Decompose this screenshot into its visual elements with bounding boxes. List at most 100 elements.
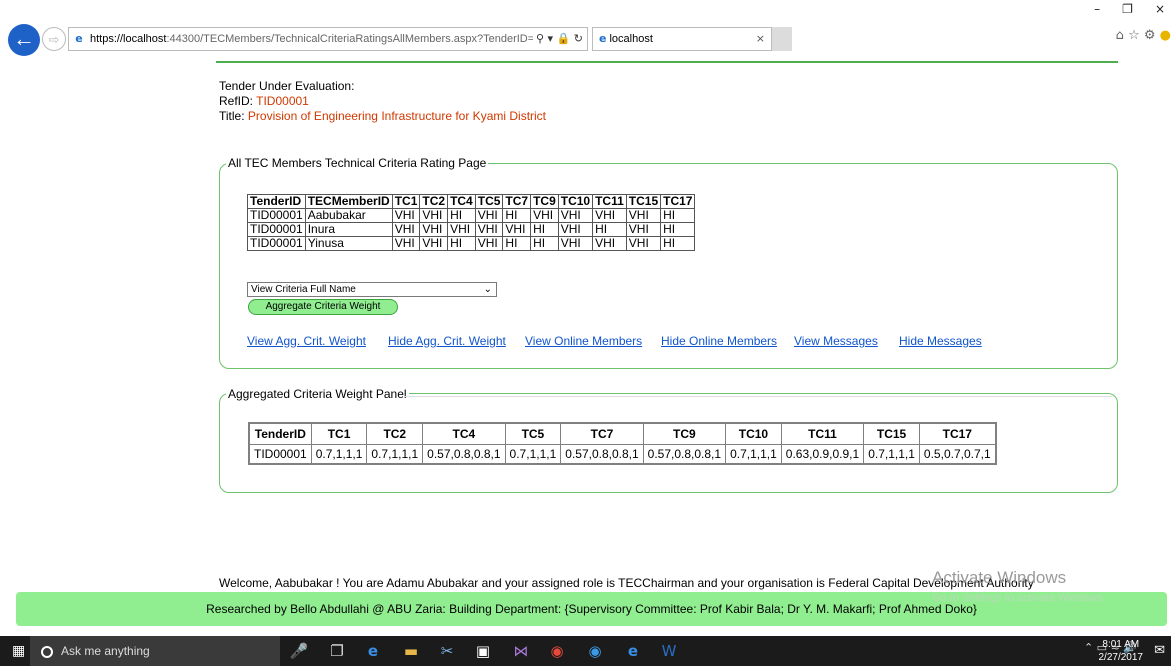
hide-messages-link[interactable]: Hide Messages — [899, 334, 982, 348]
home-icon[interactable]: ⌂ — [1116, 28, 1124, 43]
welcome-message: Welcome, Aabubakar ! You are Adamu Abuba… — [219, 576, 1034, 590]
task-view-icon[interactable]: ❐ — [326, 642, 348, 660]
notification-icon[interactable]: ✉ — [1154, 643, 1165, 658]
address-url: https://localhost:44300/TECMembers/Techn… — [90, 33, 564, 45]
new-tab-button[interactable] — [772, 27, 792, 51]
view-messages-link[interactable]: View Messages — [794, 334, 878, 348]
aggregated-body: TID00001 0.7,1,1,1 0.7,1,1,1 0.57,0.8,0.8,1… — [248, 444, 997, 465]
ratings-cell: HI — [447, 236, 476, 251]
address-bar[interactable]: e https://localhost:44300/TECMembers/Tech… — [68, 27, 588, 51]
ratings-cell: VHI — [557, 208, 594, 223]
aggregated-panel-rule — [404, 396, 1112, 397]
forward-arrow-icon[interactable]: ⇨ — [42, 27, 66, 51]
ratings-header-cell: TC9 — [530, 194, 559, 209]
ratings-header-cell: TECMemberID — [304, 194, 393, 209]
word-icon[interactable]: W — [658, 642, 680, 660]
ratings-cell: Yinusa — [304, 236, 393, 251]
aggregated-header-cell: TC1 — [310, 422, 368, 445]
ratings-cell: VHI — [419, 208, 449, 223]
search-icon[interactable]: ⚲ — [536, 32, 544, 45]
toolbar-icons: ⌂ ☆ ⚙ ● — [1116, 28, 1171, 43]
ratings-header-cell: TC15 — [625, 194, 662, 209]
ratings-cell: VHI — [592, 236, 627, 251]
hide-online-members-link[interactable]: Hide Online Members — [661, 334, 777, 348]
refid-label: RefID: — [219, 94, 254, 108]
ratings-cell: VHI — [502, 222, 532, 237]
dropdown-icon[interactable]: ▾ — [548, 32, 554, 45]
address-tools: ⚲ ▾ 🔒 ↻ — [532, 28, 583, 50]
ratings-cell: VHI — [391, 208, 421, 223]
ratings-cell: HI — [530, 222, 559, 237]
ratings-cell: VHI — [557, 236, 594, 251]
footer-text: Researched by Bello Abdullahi @ ABU Zari… — [206, 602, 977, 616]
file-explorer-icon[interactable]: ▬ — [400, 642, 422, 660]
ratings-cell: VHI — [474, 222, 504, 237]
aggregated-cell: 0.57,0.8,0.8,1 — [642, 444, 727, 465]
chevron-down-icon: ⌄ — [483, 284, 492, 295]
aggregated-cell: TID00001 — [248, 444, 312, 465]
ratings-header-cell: TC10 — [557, 194, 594, 209]
feedback-smiley-icon[interactable]: ● — [1160, 28, 1171, 43]
chevron-up-icon[interactable]: ⌃ — [1084, 641, 1093, 654]
ratings-header-cell: TC1 — [391, 194, 421, 209]
ratings-cell: HI — [502, 236, 532, 251]
aggregated-cell: 0.7,1,1,1 — [863, 444, 920, 465]
settings-gear-icon[interactable]: ⚙ — [1144, 28, 1156, 43]
ratings-cell: VHI — [592, 208, 627, 223]
header-rule — [216, 61, 1118, 63]
snipping-tool-icon[interactable]: ✂ — [436, 642, 458, 660]
ratings-cell: VHI — [419, 222, 449, 237]
ratings-header-cell: TC4 — [447, 194, 476, 209]
close-tab-icon[interactable]: × — [756, 28, 765, 50]
taskbar: ▦ Ask me anything 🎤 ❐ e ▬ ✂ ▣ ⋈ ◉ ◉ e W … — [0, 636, 1171, 666]
favorites-star-icon[interactable]: ☆ — [1128, 28, 1140, 43]
ratings-cell: VHI — [530, 208, 559, 223]
ratings-header-cell: TenderID — [247, 194, 306, 209]
ratings-cell: HI — [660, 236, 696, 251]
ratings-header-cell: TC17 — [660, 194, 696, 209]
edge-icon[interactable]: e — [362, 642, 384, 660]
title-value: Provision of Engineering Infrastructure … — [247, 109, 547, 123]
app-icon[interactable]: ◉ — [584, 642, 606, 660]
close-window-icon[interactable]: × — [1155, 2, 1165, 16]
ratings-cell: VHI — [391, 222, 421, 237]
ratings-cell: VHI — [474, 208, 504, 223]
title-label: Title: — [219, 109, 245, 123]
refresh-icon[interactable]: ↻ — [574, 32, 583, 45]
minimize-icon[interactable]: – — [1094, 2, 1122, 16]
clock-time: 8:01 AM — [1102, 639, 1140, 650]
activate-windows-title: Activate Windows — [932, 568, 1067, 587]
browser-tab[interactable]: e localhost × — [592, 27, 772, 51]
window-controls: –❐× — [1094, 2, 1165, 16]
aggregated-header-cell: TC11 — [780, 422, 865, 445]
store-icon[interactable]: ▣ — [472, 642, 494, 660]
view-online-members-link[interactable]: View Online Members — [525, 334, 642, 348]
aggregated-cell: 0.5,0.7,0.7,1 — [918, 444, 997, 465]
search-placeholder: Ask me anything — [61, 644, 150, 658]
microphone-icon[interactable]: 🎤 — [288, 642, 310, 660]
criteria-select[interactable]: View Criteria Full Name ⌄ — [247, 282, 497, 297]
refid-line: RefID: TID00001 — [219, 94, 546, 109]
aggregated-header-cell: TC7 — [560, 422, 644, 445]
internet-explorer-icon[interactable]: e — [622, 642, 644, 660]
ratings-cell: TID00001 — [247, 236, 306, 251]
visual-studio-icon[interactable]: ⋈ — [510, 642, 532, 660]
aggregated-cell: 0.7,1,1,1 — [725, 444, 782, 465]
cortana-search-box[interactable]: Ask me anything — [30, 636, 280, 666]
lock-icon[interactable]: 🔒 — [557, 32, 571, 45]
back-arrow-icon[interactable]: ← — [8, 24, 40, 56]
aggregated-cell: 0.57,0.8,0.8,1 — [560, 444, 644, 465]
ratings-cell: HI — [660, 222, 696, 237]
chrome-icon[interactable]: ◉ — [546, 642, 568, 660]
view-agg-weight-link[interactable]: View Agg. Crit. Weight — [247, 334, 366, 348]
windows-start-icon[interactable]: ▦ — [12, 643, 25, 659]
ratings-cell: HI — [530, 236, 559, 251]
ratings-header-row: TenderID TECMemberID TC1 TC2 TC4 TC5 TC7 TC9 TC1… — [247, 194, 696, 209]
aggregated-cell: 0.7,1,1,1 — [366, 444, 424, 465]
clock[interactable]: 8:01 AM 2/27/2017 — [1099, 638, 1144, 664]
aggregate-criteria-weight-button[interactable]: Aggregate Criteria Weight — [248, 299, 398, 315]
hide-agg-weight-link[interactable]: Hide Agg. Crit. Weight — [388, 334, 506, 348]
maximize-icon[interactable]: ❐ — [1122, 2, 1155, 16]
ratings-header-cell: TC7 — [502, 194, 532, 209]
ratings-header-cell: TC2 — [419, 194, 449, 209]
